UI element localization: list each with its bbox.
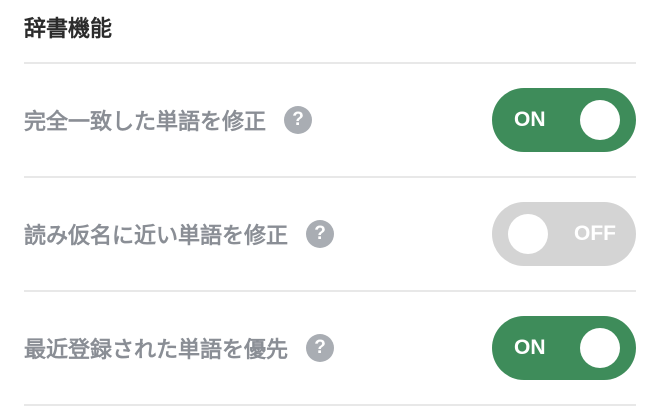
toggle-state-label: OFF xyxy=(574,222,616,245)
toggle-recent-priority[interactable]: ON xyxy=(492,316,636,380)
section-title: 辞書機能 xyxy=(24,0,636,64)
toggle-knob xyxy=(580,100,620,140)
setting-label: 最近登録された単語を優先 xyxy=(24,338,289,363)
toggle-state-label: ON xyxy=(514,336,546,359)
help-icon[interactable]: ? xyxy=(284,106,313,134)
setting-row-exact-match: 完全一致した単語を修正 ? ON xyxy=(24,64,636,178)
toggle-state-label: ON xyxy=(514,108,546,131)
setting-label: 読み仮名に近い単語を修正 xyxy=(24,224,289,249)
setting-row-recent-priority: 最近登録された単語を優先 ? ON xyxy=(24,292,636,406)
setting-label-group: 最近登録された単語を優先 ? xyxy=(24,332,335,364)
setting-row-reading-match: 読み仮名に近い単語を修正 ? OFF xyxy=(24,178,636,292)
toggle-exact-match[interactable]: ON xyxy=(492,88,636,152)
setting-label: 完全一致した単語を修正 xyxy=(24,110,267,135)
setting-label-group: 読み仮名に近い単語を修正 ? xyxy=(24,218,335,250)
dictionary-settings-panel: 辞書機能 完全一致した単語を修正 ? ON 読み仮名に近い単語を修正 ? OFF… xyxy=(24,0,636,406)
toggle-knob xyxy=(580,328,620,368)
help-icon[interactable]: ? xyxy=(306,220,335,248)
help-icon[interactable]: ? xyxy=(306,334,335,362)
setting-label-group: 完全一致した単語を修正 ? xyxy=(24,104,313,136)
toggle-knob xyxy=(508,214,548,254)
toggle-reading-match[interactable]: OFF xyxy=(492,202,636,266)
